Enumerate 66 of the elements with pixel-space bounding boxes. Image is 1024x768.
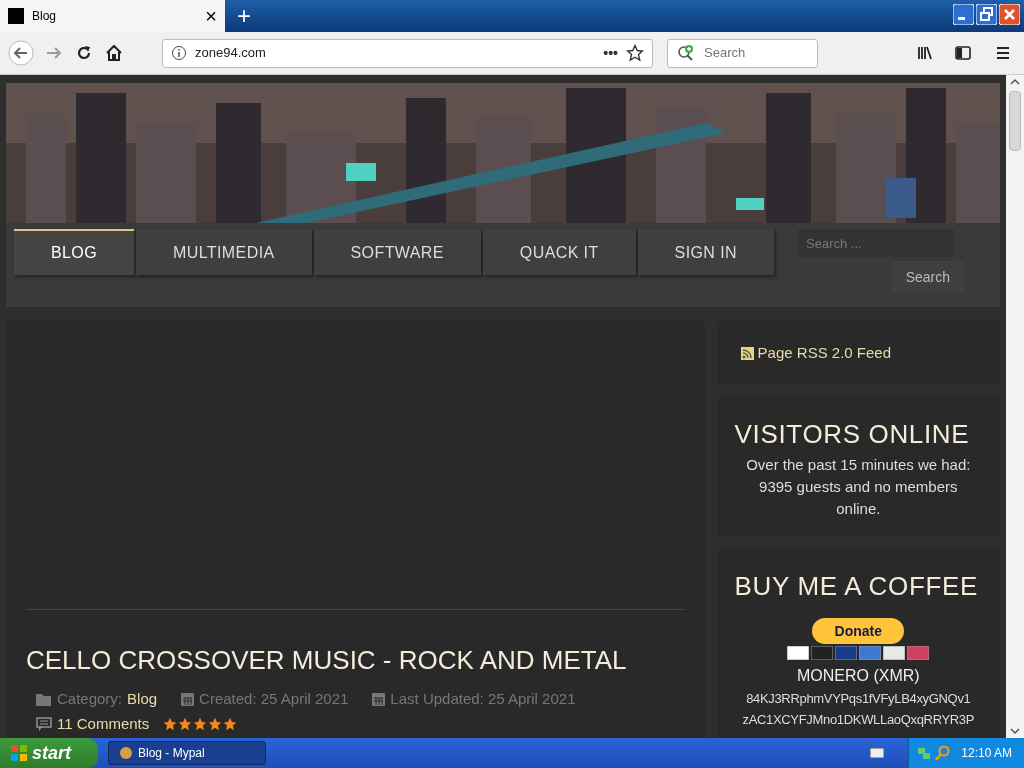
menu-tab[interactable]: SOFTWARE bbox=[313, 229, 481, 275]
keyboard-icon[interactable] bbox=[870, 748, 885, 758]
calendar-icon bbox=[181, 692, 195, 706]
article-title: CELLO CROSSOVER MUSIC - ROCK AND METAL bbox=[26, 644, 628, 677]
monero-label: MONERO (XMR) bbox=[796, 666, 920, 686]
card-logo-icon bbox=[811, 646, 834, 660]
star-icon bbox=[223, 716, 238, 731]
menu-icon[interactable] bbox=[994, 44, 1012, 62]
sidebar-icon[interactable] bbox=[954, 44, 972, 62]
clock: 12:10 AM bbox=[961, 745, 1012, 762]
url-text: zone94.com bbox=[195, 44, 267, 63]
calendar-icon bbox=[372, 692, 386, 706]
card-logo-icon bbox=[883, 646, 906, 660]
folder-icon bbox=[36, 692, 52, 706]
info-icon[interactable] bbox=[171, 45, 187, 61]
start-button[interactable]: start bbox=[0, 738, 98, 768]
menu-tab[interactable]: QUACK IT bbox=[482, 229, 636, 275]
category-label: Category: bbox=[57, 689, 123, 709]
star-icon bbox=[163, 716, 178, 731]
windows-logo-icon bbox=[10, 744, 28, 762]
star-icon bbox=[178, 716, 193, 731]
widget-title: VISITORS ONLINE bbox=[734, 418, 971, 451]
rss-icon bbox=[740, 346, 754, 360]
card-logo-icon bbox=[859, 646, 882, 660]
wallet-address: 84KJ3RRphmVYPqs1fVFyLB4xyGNQv1 bbox=[746, 690, 971, 708]
star-icon[interactable] bbox=[626, 44, 644, 62]
card-logo-icon bbox=[835, 646, 858, 660]
site-search-field[interactable]: Search ... bbox=[798, 229, 954, 257]
menu-tab[interactable]: SIGN IN bbox=[637, 229, 774, 275]
star-icon bbox=[193, 716, 208, 731]
restore-icon[interactable] bbox=[976, 4, 997, 25]
card-logo-icon bbox=[907, 646, 930, 660]
minimize-icon[interactable] bbox=[953, 4, 974, 25]
site-icon bbox=[8, 8, 24, 24]
close-icon[interactable] bbox=[999, 4, 1020, 25]
rss-link[interactable]: Page RSS 2.0 Feed bbox=[757, 341, 892, 365]
tab-title: Blog bbox=[32, 8, 58, 25]
updated-date: Last Updated: 25 April 2021 bbox=[390, 689, 576, 709]
wallet-address: zAC1XCYFJMno1DKWLLaoQxqRRYR3P bbox=[742, 711, 975, 729]
scrollbar[interactable] bbox=[1006, 75, 1024, 738]
search-button[interactable]: Search bbox=[891, 261, 964, 293]
menu-tab[interactable]: BLOG bbox=[14, 229, 135, 275]
home-icon[interactable] bbox=[104, 43, 124, 63]
browser-tab[interactable]: Blog × bbox=[0, 0, 225, 32]
widget-title: BUY ME A COFFEE bbox=[734, 570, 978, 603]
app-icon bbox=[119, 746, 133, 760]
address-bar[interactable]: zone94.com ••• bbox=[162, 38, 653, 68]
search-field[interactable]: Search bbox=[667, 38, 818, 68]
visitors-text: Over the past 15 minutes we had: 9395 guests and no members online. bbox=[745, 455, 972, 519]
search-input[interactable]: Search bbox=[704, 43, 804, 63]
search-icon bbox=[676, 44, 696, 62]
menu-tab[interactable]: MULTIMEDIA bbox=[136, 229, 312, 275]
scroll-thumb[interactable] bbox=[1009, 91, 1021, 151]
category-link[interactable]: Blog bbox=[127, 688, 158, 711]
card-logo-icon bbox=[787, 646, 810, 660]
close-tab-button[interactable]: × bbox=[205, 6, 217, 26]
comments-link[interactable]: 11 Comments bbox=[57, 712, 150, 735]
donate-button[interactable]: Donate bbox=[812, 618, 905, 644]
comment-icon bbox=[36, 716, 52, 731]
page-actions-button[interactable]: ••• bbox=[603, 42, 618, 64]
star-icon bbox=[208, 716, 223, 731]
back-icon[interactable] bbox=[8, 40, 34, 66]
library-icon[interactable] bbox=[916, 44, 934, 62]
taskbar-button[interactable]: Blog - Mypal bbox=[108, 741, 266, 765]
new-tab-button[interactable]: + bbox=[237, 4, 251, 28]
created-date: Created: 25 April 2021 bbox=[199, 689, 349, 709]
